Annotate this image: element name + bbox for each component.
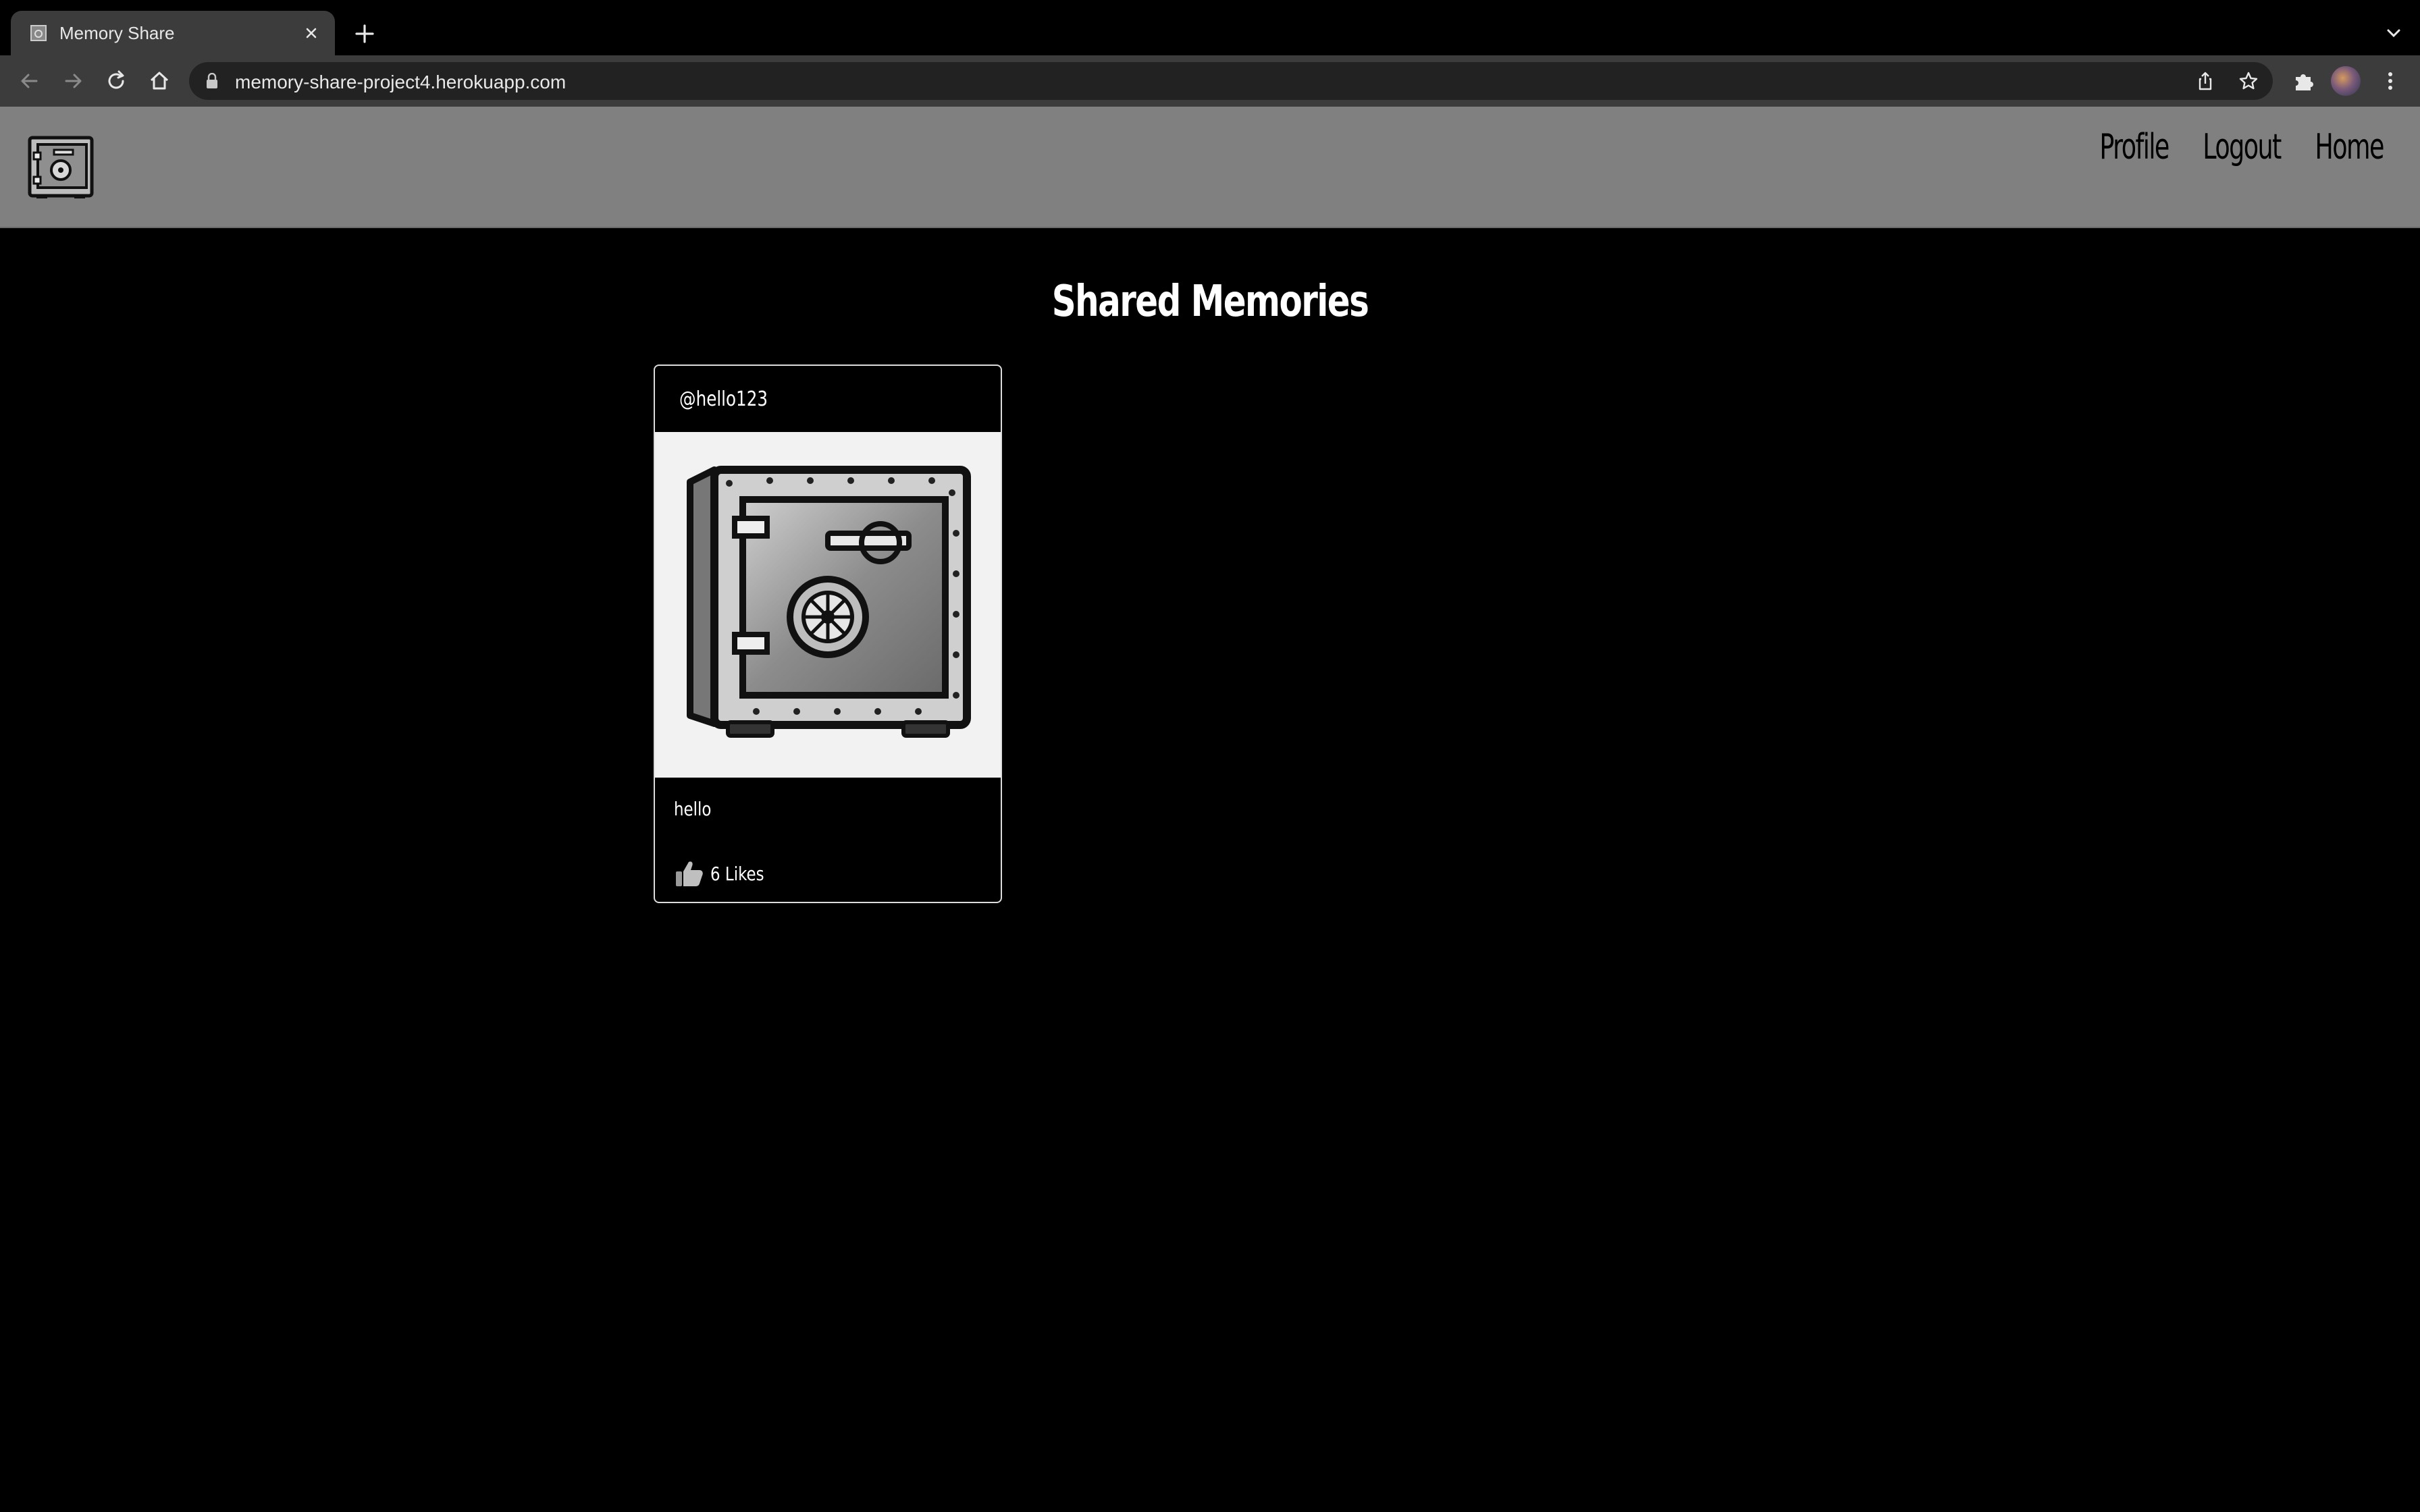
like-row: 6 Likes [674,857,776,890]
profile-avatar[interactable] [2331,66,2361,96]
address-bar[interactable]: memory-share-project4.herokuapp.com [189,62,2273,100]
likes-count: 6 Likes [710,862,764,885]
nav-link-home[interactable]: Home [2315,127,2384,167]
page-title: Shared Memories [1051,277,1369,327]
post-author[interactable]: @hello123 [679,387,768,411]
nav-link-logout[interactable]: Logout [2203,127,2282,167]
tab-title: Memory Share [59,23,175,43]
extensions-puzzle-icon[interactable] [2290,68,2317,94]
share-icon[interactable] [2194,70,2216,92]
post-text: hello [674,798,712,820]
browser-tab-active[interactable]: Memory Share [11,11,335,55]
nav-link-profile[interactable]: Profile [2099,127,2169,167]
post-image[interactable] [655,432,1001,778]
forward-icon[interactable] [59,68,86,94]
chevron-down-icon[interactable] [2382,22,2405,45]
more-vertical-icon[interactable] [2377,68,2404,94]
thumbs-up-icon[interactable] [674,858,705,889]
bookmark-star-icon[interactable] [2238,70,2259,92]
back-icon[interactable] [16,68,43,94]
site-header: Profile Logout Home [0,107,2420,228]
safe-icon[interactable] [27,135,95,200]
home-icon[interactable] [146,68,173,94]
close-tab-icon[interactable] [300,22,323,45]
browser-tabstrip: Memory Share [0,0,2420,55]
lock-icon [207,73,217,88]
url-text[interactable]: memory-share-project4.herokuapp.com [235,72,566,93]
memory-card[interactable]: @hello123 hello 6 Likes [654,364,1002,903]
new-tab-icon[interactable] [351,20,378,47]
safe-illustration [687,466,971,738]
browser-toolbar: memory-share-project4.herokuapp.com [0,55,2420,107]
safe-favicon-icon [30,25,47,41]
site-nav: Profile Logout Home [2090,127,2393,167]
reload-icon[interactable] [103,68,130,94]
